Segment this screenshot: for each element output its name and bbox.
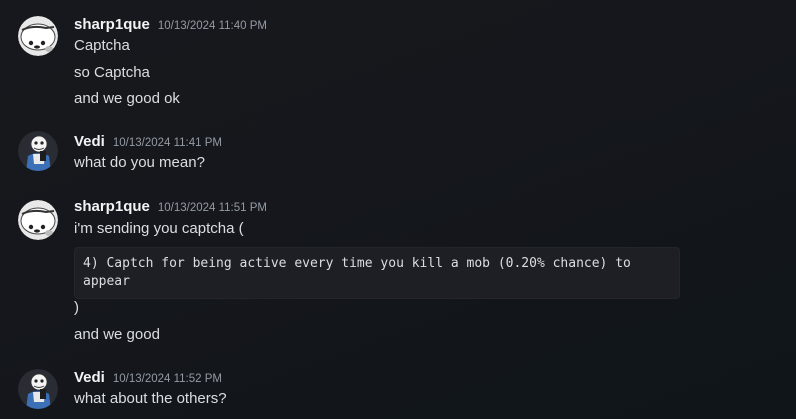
timestamp: 10/13/2024 11:40 PM bbox=[157, 20, 267, 32]
chat-message-list: sharp1que 10/13/2024 11:40 PM Captcha so… bbox=[0, 0, 796, 419]
message-header: Vedi 10/13/2024 11:52 PM bbox=[74, 369, 222, 386]
code-block: 4) Captch for being active every time yo… bbox=[74, 247, 680, 299]
message-header: sharp1que 10/13/2024 11:51 PM bbox=[74, 198, 267, 215]
skeleton-character-icon bbox=[18, 369, 58, 409]
message-text: Captcha bbox=[74, 37, 130, 54]
white-creature-icon bbox=[18, 200, 58, 240]
username[interactable]: sharp1que bbox=[74, 198, 150, 215]
username[interactable]: sharp1que bbox=[74, 16, 150, 33]
message-text: and we good ok bbox=[74, 90, 180, 107]
message-text: so Captcha bbox=[74, 64, 150, 81]
white-creature-icon bbox=[18, 16, 58, 56]
message-text: what do you mean? bbox=[74, 154, 205, 171]
avatar[interactable] bbox=[18, 369, 58, 409]
message-text: what about the others? bbox=[74, 390, 227, 407]
message-text: ) bbox=[74, 299, 79, 316]
timestamp: 10/13/2024 11:52 PM bbox=[112, 373, 222, 385]
timestamp: 10/13/2024 11:51 PM bbox=[157, 202, 267, 214]
skeleton-character-icon bbox=[18, 131, 58, 171]
message-header: Vedi 10/13/2024 11:41 PM bbox=[74, 133, 222, 150]
avatar[interactable] bbox=[18, 16, 58, 56]
message-text: and we good bbox=[74, 326, 160, 343]
timestamp: 10/13/2024 11:41 PM bbox=[112, 137, 222, 149]
username[interactable]: Vedi bbox=[74, 369, 105, 386]
message-header: sharp1que 10/13/2024 11:40 PM bbox=[74, 16, 267, 33]
avatar[interactable] bbox=[18, 131, 58, 171]
message-text: i'm sending you captcha ( bbox=[74, 220, 244, 237]
avatar[interactable] bbox=[18, 200, 58, 240]
username[interactable]: Vedi bbox=[74, 133, 105, 150]
